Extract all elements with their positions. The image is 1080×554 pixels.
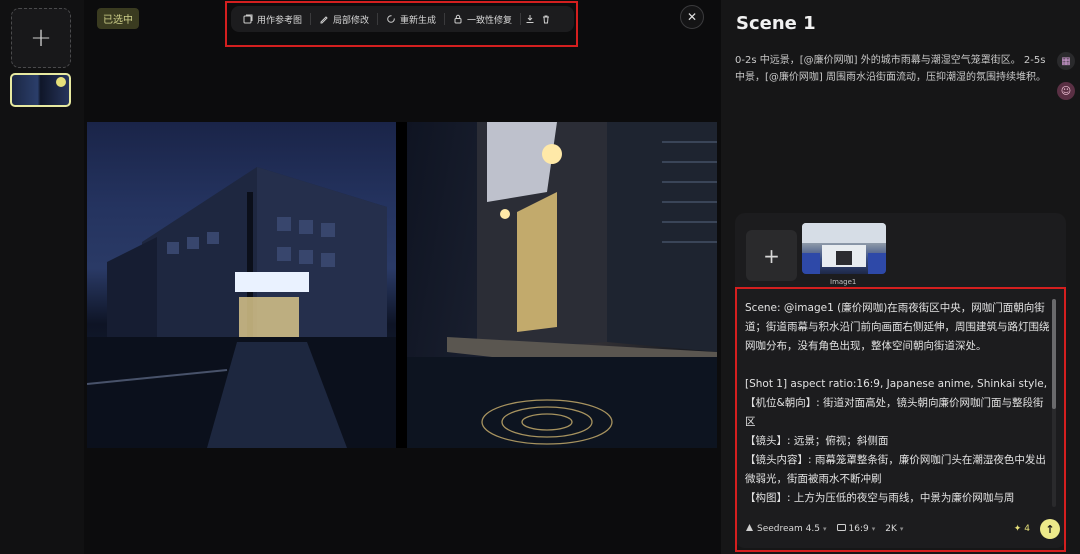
grid-icon[interactable]: ▦ [1057, 52, 1075, 70]
scrollbar-thumb[interactable] [1052, 299, 1056, 409]
close-icon: ✕ [686, 10, 698, 24]
resolution-selector[interactable]: 2K ▾ [885, 524, 903, 534]
generated-image-right-panel [407, 122, 717, 448]
model-label: Seedream 4.5 [757, 524, 820, 534]
download-icon[interactable] [523, 8, 537, 30]
storefront-puddle-illustration [407, 122, 717, 448]
arrow-up-icon: ↑ [1045, 522, 1055, 536]
aspect-ratio-selector[interactable]: 16:9 ▾ [836, 524, 876, 534]
brush-icon [319, 14, 329, 24]
prompt-composer: + Image1 Scene: @image1 (廉价网咖)在雨夜街区中央，网咖… [735, 213, 1066, 552]
generated-image[interactable] [87, 122, 717, 448]
reference-image-illustration [802, 223, 886, 274]
local-edit-button[interactable]: 局部修改 [313, 8, 375, 30]
regenerate-label: 重新生成 [400, 15, 437, 26]
selected-badge: 已选中 [97, 8, 139, 29]
use-as-reference-button[interactable]: 用作参考图 [237, 8, 308, 30]
rainy-street-illustration [87, 167, 396, 448]
generation-options: Seedream 4.5 ▾ 16:9 ▾ 2K ▾ ✦ 4 ↑ [745, 518, 1060, 540]
aspect-ratio-label: 16:9 [848, 524, 869, 534]
credits-cost: ✦ 4 [1014, 524, 1030, 534]
prompt-textarea[interactable]: Scene: @image1 (廉价网咖)在雨夜街区中央，网咖门面朝向街道；街道… [745, 299, 1052, 509]
regenerate-button[interactable]: 重新生成 [380, 8, 442, 30]
aspect-ratio-icon [836, 524, 846, 534]
chevron-down-icon: ▾ [899, 525, 904, 533]
add-reference-button[interactable]: + [746, 230, 797, 281]
reference-image-caption: Image1 [830, 278, 857, 286]
image-toolbar: 用作参考图 局部修改 重新生成 一致性修复 [231, 6, 574, 32]
chevron-down-icon: ▾ [823, 525, 827, 533]
reference-icon [243, 14, 253, 24]
toolbar-divider [377, 13, 379, 25]
scene-thumbnail[interactable] [10, 73, 71, 107]
scene-title: Scene 1 [736, 13, 816, 34]
consistency-fix-label: 一致性修复 [467, 15, 513, 26]
credits-value: 4 [1024, 524, 1030, 534]
reference-image-thumbnail[interactable] [802, 223, 886, 274]
prompt-scrollbar[interactable] [1052, 299, 1056, 507]
image-canvas: 已选中 用作参考图 局部修改 重新生成 一致性修复 ✕ [84, 0, 721, 554]
send-button[interactable]: ↑ [1040, 519, 1060, 539]
generated-image-left-panel [87, 122, 396, 448]
toolbar-divider [310, 13, 312, 25]
image-toolbar-highlight: 用作参考图 局部修改 重新生成 一致性修复 [225, 1, 578, 47]
avatar-icon[interactable]: ☺ [1057, 82, 1075, 100]
refresh-icon [386, 14, 396, 24]
selected-indicator [56, 77, 66, 87]
chevron-down-icon: ▾ [871, 525, 876, 533]
use-as-reference-label: 用作参考图 [257, 15, 303, 26]
toolbar-divider [444, 13, 446, 25]
toolbar-divider [520, 13, 522, 25]
add-scene-button[interactable]: + [11, 8, 71, 68]
consistency-fix-button[interactable]: 一致性修复 [447, 8, 518, 30]
resolution-label: 2K [885, 524, 897, 534]
local-edit-label: 局部修改 [333, 15, 370, 26]
thumbnail-rail: + [0, 0, 84, 554]
scene-panel: Scene 1 0-2s 中远景，[@廉价网咖] 外的城市雨幕与潮湿空气笼罩街区… [721, 0, 1080, 554]
scene-description: 0-2s 中远景，[@廉价网咖] 外的城市雨幕与潮湿空气笼罩街区。 2-5s 中… [735, 55, 1046, 83]
prompt-input-highlight: Scene: @image1 (廉价网咖)在雨夜街区中央，网咖门面朝向街道；街道… [735, 287, 1066, 552]
model-selector[interactable]: Seedream 4.5 ▾ [745, 523, 827, 535]
trash-icon[interactable] [539, 8, 553, 30]
lock-icon [453, 14, 463, 24]
sparkle-icon: ✦ [1013, 524, 1022, 534]
model-icon [745, 523, 754, 535]
app-root: + 已选中 用作参考图 局部修改 重新生成 一致性修复 ✕ Scene 1 0-… [0, 0, 1080, 554]
close-button[interactable]: ✕ [680, 5, 704, 29]
